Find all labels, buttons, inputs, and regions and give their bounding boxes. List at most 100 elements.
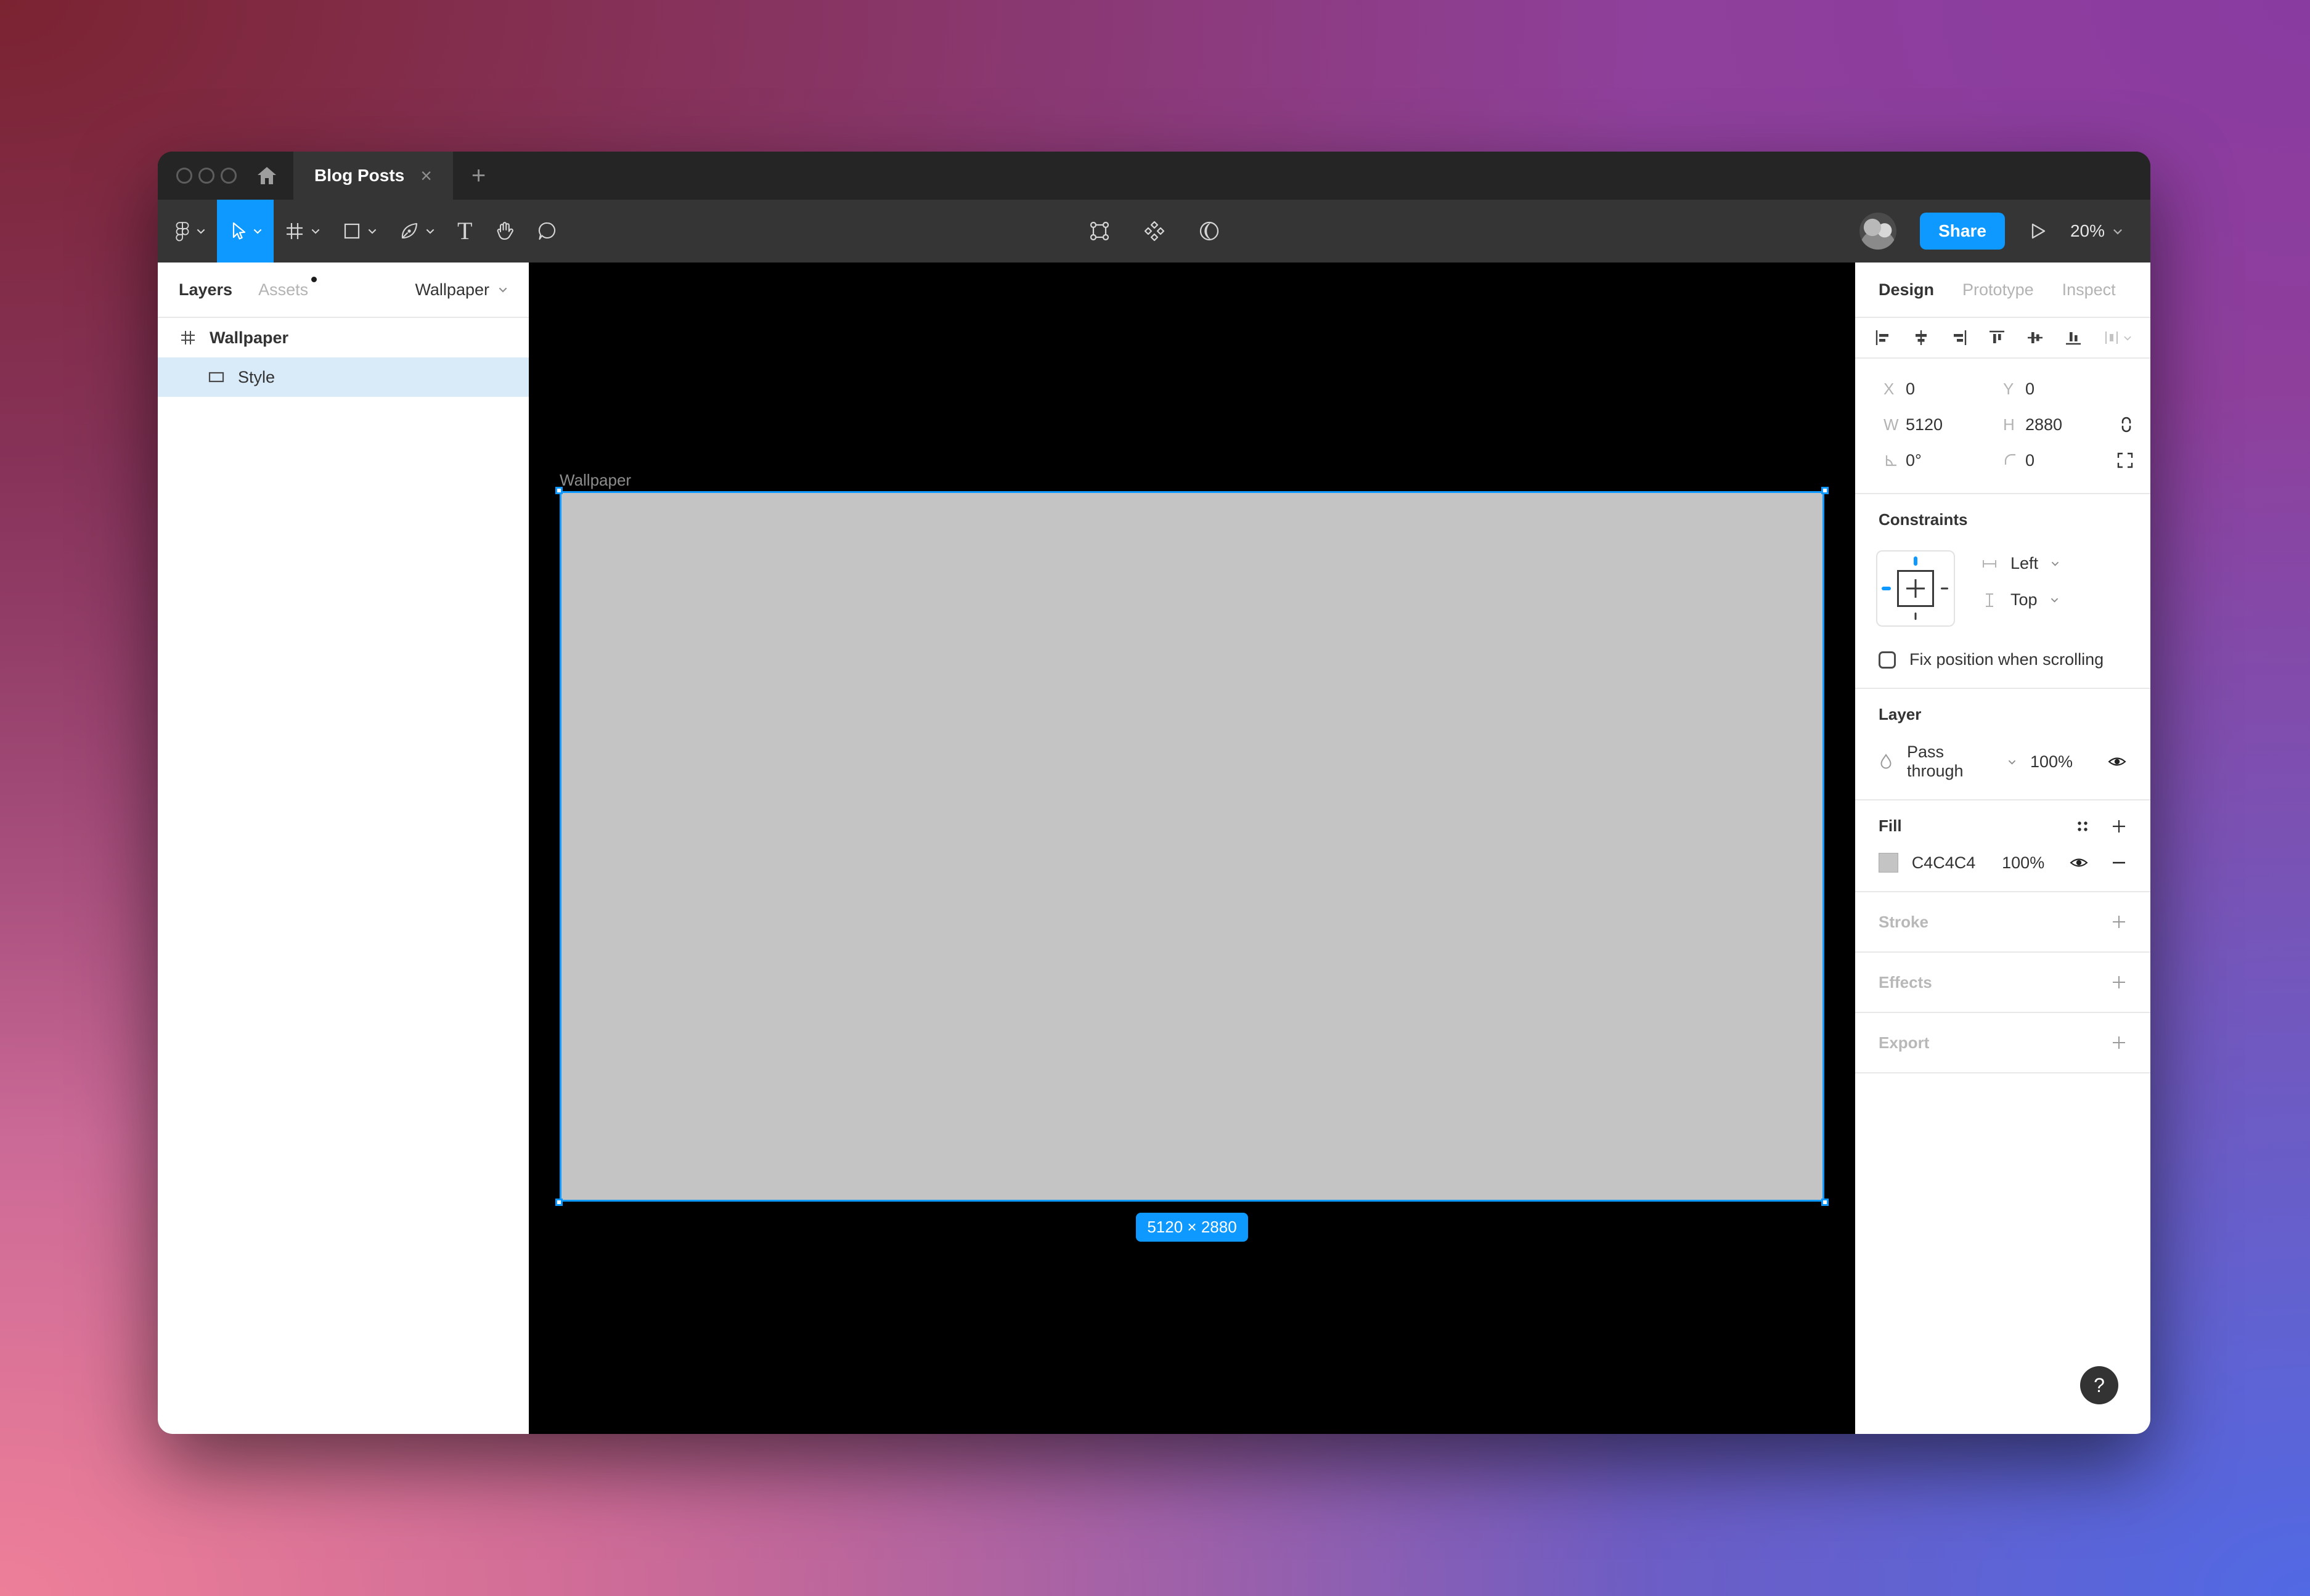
constrain-proportions-icon[interactable]: [2118, 415, 2134, 434]
constraints-widget[interactable]: [1876, 550, 1955, 627]
resize-handle-bottom-right[interactable]: [1821, 1199, 1829, 1206]
size-badge: 5120 × 2880: [1136, 1213, 1247, 1242]
figma-logo-icon: [175, 221, 190, 242]
layer-visibility-eye-icon[interactable]: [2107, 754, 2127, 769]
canvas[interactable]: Wallpaper 5120 × 2880: [529, 263, 1855, 1434]
new-tab-button[interactable]: +: [453, 152, 504, 200]
fill-hex-input[interactable]: C4C4C4: [1912, 853, 2002, 873]
layer-row-wallpaper[interactable]: Wallpaper: [158, 318, 529, 357]
hand-tool-button[interactable]: [483, 200, 526, 263]
corner-radius-input[interactable]: 0: [2025, 451, 2123, 470]
home-button[interactable]: [237, 152, 293, 200]
pen-tool-button[interactable]: [388, 200, 446, 263]
fix-position-row: Fix position when scrolling: [1879, 650, 2127, 669]
constraints-section: Constraints: [1855, 494, 2150, 689]
resize-handle-top-left[interactable]: [555, 487, 563, 494]
chevron-down-icon: [253, 228, 263, 234]
share-button[interactable]: Share: [1920, 213, 2005, 250]
tab-prototype[interactable]: Prototype: [1962, 280, 2034, 299]
resize-handle-bottom-left[interactable]: [555, 1199, 563, 1206]
rotation-input[interactable]: 0°: [1906, 451, 2003, 470]
constraint-center: [1915, 579, 1917, 598]
distribute-menu[interactable]: [2102, 328, 2132, 347]
x-input[interactable]: 0: [1906, 380, 2003, 399]
independent-corners-icon[interactable]: [2116, 451, 2134, 470]
w-input[interactable]: 5120: [1906, 415, 2003, 434]
add-export-icon[interactable]: [2111, 1035, 2127, 1051]
blend-mode-value: Pass through: [1907, 743, 1999, 781]
frame-label[interactable]: Wallpaper: [560, 471, 631, 490]
w-label: W: [1884, 415, 1906, 434]
fix-position-checkbox[interactable]: [1879, 651, 1896, 669]
remove-fill-icon[interactable]: [2111, 855, 2127, 871]
layers-panel-header: Layers Assets Wallpaper: [158, 263, 529, 318]
layer-title: Layer: [1879, 705, 2127, 724]
selected-frame[interactable]: [560, 491, 1824, 1202]
layer-row-style[interactable]: Style: [158, 357, 529, 397]
tab-assets[interactable]: Assets: [258, 280, 308, 299]
tab-blog-posts[interactable]: Blog Posts ×: [293, 152, 453, 200]
align-vertical-center-icon[interactable]: [2026, 328, 2044, 347]
constraint-bottom-tick: [1915, 613, 1917, 620]
selection-tools: [1088, 200, 1221, 263]
comment-bubble-icon: [537, 221, 557, 241]
align-right-icon[interactable]: [1950, 328, 1969, 347]
chevron-down-icon: [367, 228, 377, 234]
export-title: Export: [1879, 1033, 1929, 1052]
minimize-window-button[interactable]: [198, 168, 214, 184]
tab-inspect[interactable]: Inspect: [2062, 280, 2116, 299]
fill-color-swatch[interactable]: [1879, 853, 1898, 873]
shape-tool-button[interactable]: [332, 200, 388, 263]
page-selector[interactable]: Wallpaper: [415, 280, 508, 299]
align-top-icon[interactable]: [1988, 328, 2006, 347]
add-fill-icon[interactable]: [2111, 818, 2127, 834]
horizontal-constraint-dropdown[interactable]: Left: [1981, 554, 2060, 573]
tab-layers[interactable]: Layers: [179, 280, 232, 299]
position-row-rotation: 0° 0: [1855, 442, 2150, 478]
zoom-level: 20%: [2070, 221, 2105, 241]
resize-handle-top-right[interactable]: [1821, 487, 1829, 494]
y-input[interactable]: 0: [2025, 380, 2123, 399]
move-tool-button[interactable]: [217, 200, 274, 263]
rotation-icon: [1884, 452, 1906, 468]
create-component-icon[interactable]: [1143, 220, 1165, 242]
h-input[interactable]: 2880: [2025, 415, 2123, 434]
add-stroke-icon[interactable]: [2111, 914, 2127, 930]
fill-visibility-eye-icon[interactable]: [2069, 855, 2089, 870]
rectangle-icon: [343, 222, 361, 240]
align-bottom-icon[interactable]: [2064, 328, 2083, 347]
text-tool-button[interactable]: T: [446, 200, 483, 263]
align-horizontal-center-icon[interactable]: [1912, 328, 1930, 347]
close-tab-icon[interactable]: ×: [420, 166, 432, 185]
add-effect-icon[interactable]: [2111, 974, 2127, 990]
properties-panel: Design Prototype Inspect: [1855, 263, 2150, 1434]
tab-design[interactable]: Design: [1879, 280, 1934, 299]
layer-section: Layer Pass through 100%: [1855, 689, 2150, 800]
fill-opacity-input[interactable]: 100%: [2002, 853, 2069, 873]
vertical-constraint-dropdown[interactable]: Top: [1981, 590, 2060, 609]
horizontal-constraint-icon: [1981, 555, 1998, 572]
position-section: X 0 Y 0 W 5120 H 2880: [1855, 359, 2150, 494]
zoom-menu[interactable]: 20%: [2070, 221, 2123, 241]
layer-opacity-input[interactable]: 100%: [2030, 752, 2073, 772]
chevron-down-icon: [2112, 228, 2123, 235]
frame-layer-icon: [180, 330, 196, 346]
chevron-down-icon: [2051, 561, 2060, 566]
edit-object-icon[interactable]: [1088, 219, 1111, 243]
user-avatar[interactable]: [1859, 213, 1896, 250]
present-icon[interactable]: [2028, 222, 2047, 240]
fill-styles-icon[interactable]: [2075, 819, 2090, 834]
y-label: Y: [2003, 380, 2025, 399]
help-button[interactable]: ?: [2080, 1366, 2118, 1404]
comment-tool-button[interactable]: [526, 200, 568, 263]
main-menu-button[interactable]: [158, 200, 217, 263]
effects-section: Effects: [1855, 953, 2150, 1013]
mask-icon[interactable]: [1198, 219, 1221, 243]
frame-tool-button[interactable]: [274, 200, 332, 263]
close-window-button[interactable]: [176, 168, 192, 184]
position-row-xy: X 0 Y 0: [1855, 371, 2150, 407]
align-left-icon[interactable]: [1874, 328, 1892, 347]
tab-assets-label: Assets: [258, 280, 308, 299]
zoom-window-button[interactable]: [221, 168, 237, 184]
blend-mode-dropdown[interactable]: Pass through: [1907, 743, 2017, 781]
